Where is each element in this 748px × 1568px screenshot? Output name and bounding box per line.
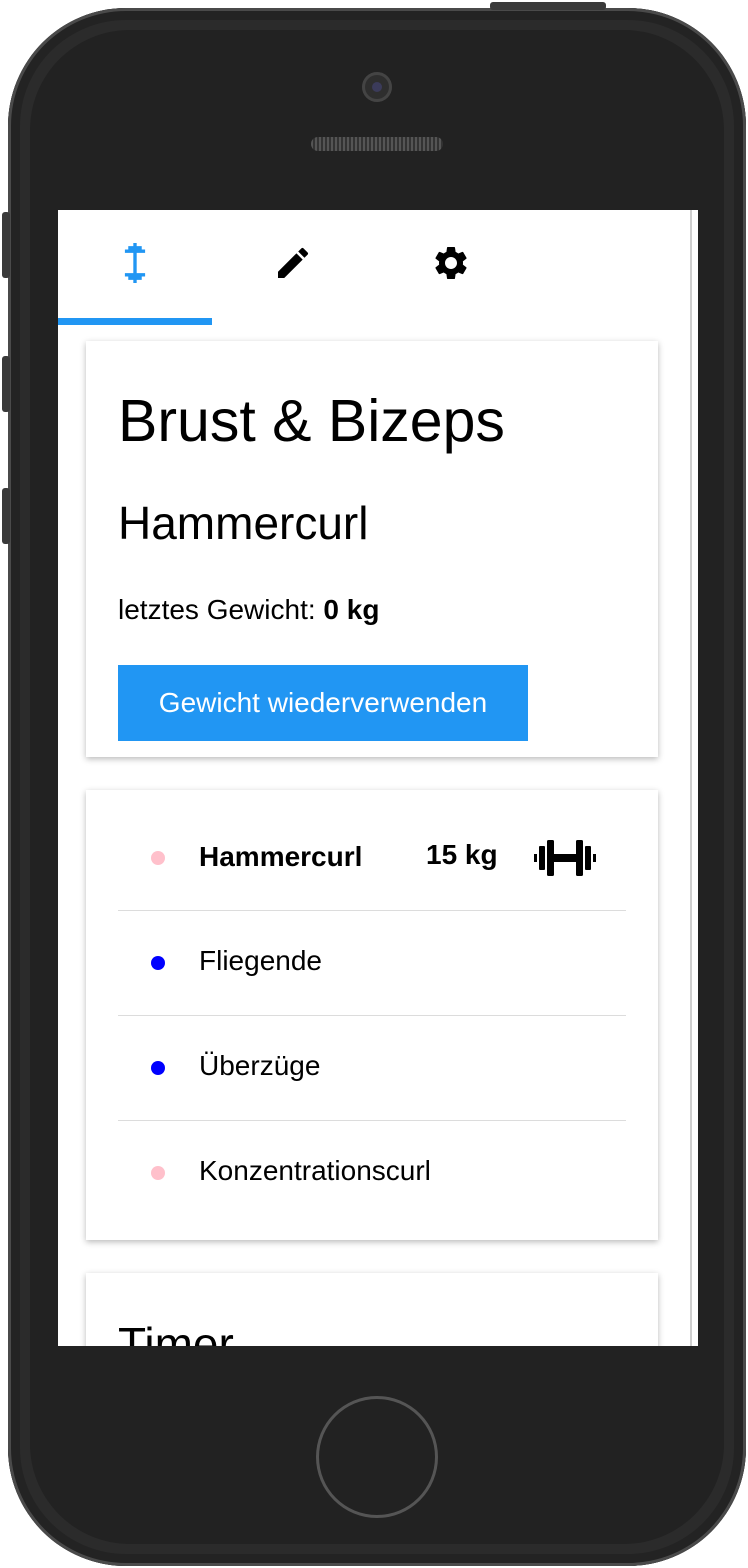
exercise-name: Überzüge bbox=[199, 1050, 321, 1081]
exercise-list-card: Hammercurl 15 kg Fliegende Überzüge Konz… bbox=[86, 790, 658, 1240]
gear-icon bbox=[435, 246, 467, 279]
exercise-name: Konzentrationscurl bbox=[199, 1155, 431, 1186]
last-weight-value: 0 kg bbox=[323, 594, 380, 625]
tab-bar bbox=[58, 210, 690, 325]
exercise-name: Fliegende bbox=[199, 945, 322, 976]
app-screen: Brust & Bizeps Hammercurl letztes Gewich… bbox=[58, 210, 698, 1346]
list-item[interactable]: Konzentrationscurl bbox=[118, 1121, 626, 1225]
home-button[interactable] bbox=[316, 1396, 438, 1518]
pencil-icon bbox=[278, 247, 309, 278]
status-dot bbox=[151, 851, 165, 865]
list-item[interactable]: Hammercurl 15 kg bbox=[118, 806, 626, 911]
power-button bbox=[490, 2, 606, 10]
volume-down-button bbox=[2, 488, 10, 544]
tab-settings[interactable] bbox=[374, 210, 528, 325]
dumbbell-icon[interactable] bbox=[534, 838, 596, 878]
reuse-weight-button[interactable]: Gewicht wiederverwenden bbox=[118, 665, 528, 741]
list-item[interactable]: Überzüge bbox=[118, 1016, 626, 1121]
volume-up-button bbox=[2, 356, 10, 412]
exercise-weight: 15 kg bbox=[426, 839, 498, 870]
tab-edit[interactable] bbox=[216, 210, 370, 325]
earpiece-speaker bbox=[311, 137, 443, 151]
active-tab-indicator bbox=[58, 318, 212, 325]
mute-switch bbox=[2, 212, 10, 278]
scrollbar[interactable] bbox=[690, 210, 692, 1346]
dumbbell-icon bbox=[124, 242, 146, 283]
list-item[interactable]: Fliegende bbox=[118, 911, 626, 1016]
timer-title: Timer bbox=[118, 1318, 234, 1346]
current-exercise-title: Hammercurl bbox=[118, 497, 369, 549]
last-weight-label: letztes Gewicht: bbox=[118, 594, 316, 625]
status-dot bbox=[151, 1061, 165, 1075]
workout-card: Brust & Bizeps Hammercurl letztes Gewich… bbox=[86, 341, 658, 757]
status-dot bbox=[151, 1166, 165, 1180]
last-weight-text: letztes Gewicht: 0 kg bbox=[118, 594, 379, 626]
workout-title: Brust & Bizeps bbox=[118, 388, 505, 454]
front-camera bbox=[362, 72, 392, 102]
exercise-name: Hammercurl bbox=[199, 841, 363, 872]
status-dot bbox=[151, 956, 165, 970]
timer-card: Timer bbox=[86, 1273, 658, 1346]
tab-workout[interactable] bbox=[58, 210, 212, 325]
